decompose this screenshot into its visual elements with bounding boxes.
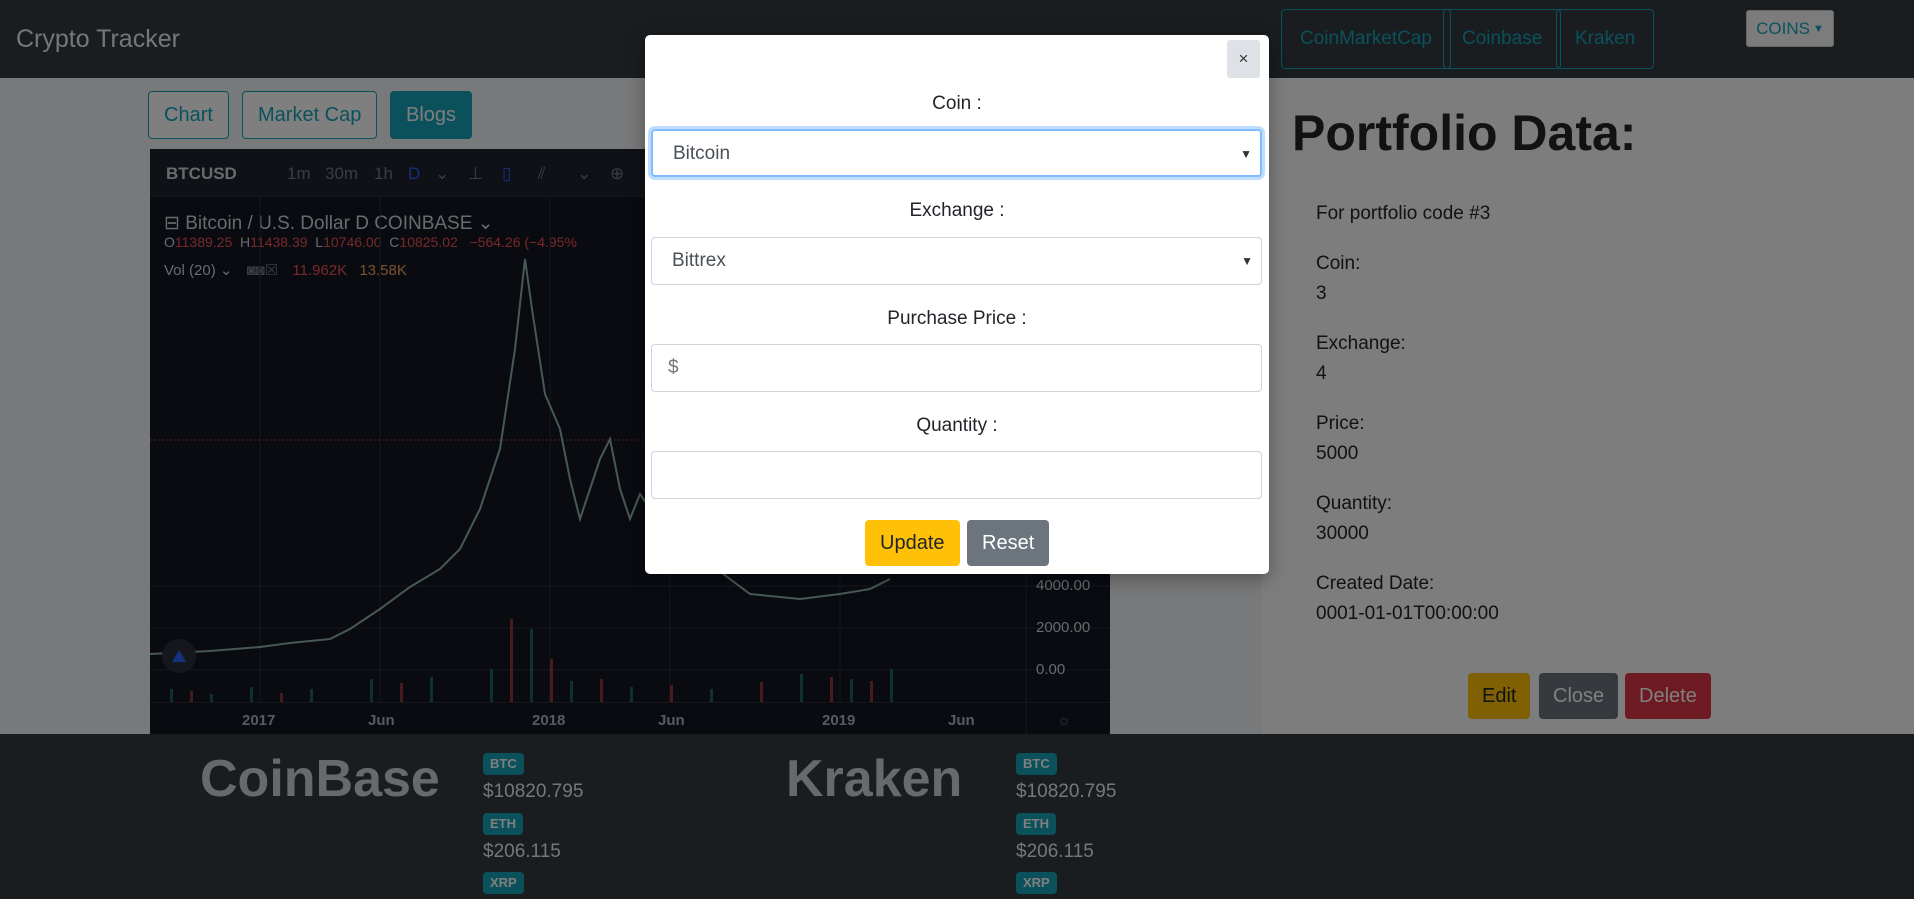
quantity-field[interactable] bbox=[651, 451, 1262, 499]
purchase-price-field[interactable] bbox=[651, 344, 1262, 392]
quantity-input[interactable] bbox=[672, 464, 1232, 486]
coin-select-value: Bitcoin bbox=[673, 143, 731, 164]
exchange-select[interactable]: Bittrex ▼ bbox=[651, 237, 1262, 285]
exchange-field-label: Exchange : bbox=[909, 200, 1005, 221]
coin-field-label: Coin : bbox=[932, 93, 982, 114]
edit-portfolio-modal: × Coin : Bitcoin ▼ Exchange : Bittrex ▼ … bbox=[645, 35, 1269, 574]
purchase-price-label: Purchase Price : bbox=[887, 308, 1027, 329]
chevron-down-icon: ▼ bbox=[1241, 254, 1253, 268]
purchase-price-input[interactable] bbox=[668, 357, 1228, 379]
quantity-label: Quantity : bbox=[916, 415, 998, 436]
exchange-select-value: Bittrex bbox=[672, 250, 726, 271]
coin-select[interactable]: Bitcoin ▼ bbox=[651, 129, 1262, 177]
reset-button[interactable]: Reset bbox=[967, 520, 1050, 566]
chevron-down-icon: ▼ bbox=[1240, 147, 1252, 161]
update-button[interactable]: Update bbox=[865, 520, 960, 566]
close-icon[interactable]: × bbox=[1227, 40, 1260, 78]
